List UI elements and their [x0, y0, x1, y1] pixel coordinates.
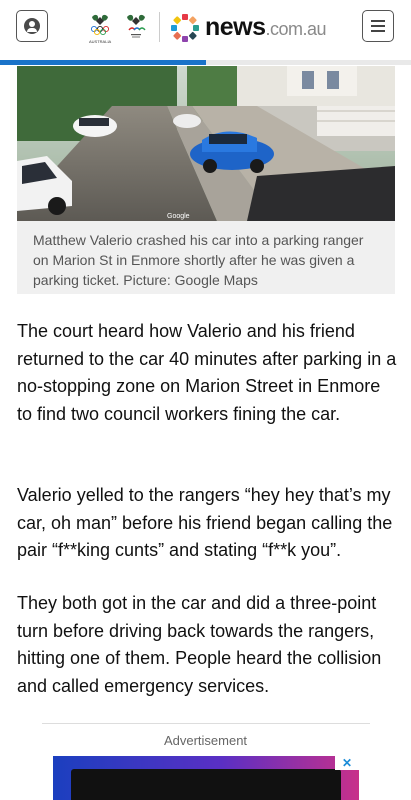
menu-button[interactable]	[362, 10, 394, 42]
reading-progress-bar	[0, 60, 206, 65]
crest-label: AUSTRALIA	[89, 39, 112, 44]
logo-dot	[188, 16, 197, 25]
article-paragraph-2: Valerio yelled to the rangers “hey hey t…	[17, 485, 393, 560]
article-paragraph-3: They both got in the car and did a three…	[17, 593, 382, 696]
site-logo[interactable]: news.com.au	[205, 12, 327, 42]
site-header: AUSTRALIA news.com.au	[0, 0, 411, 60]
advertisement-banner[interactable]: ✕	[53, 756, 359, 800]
logo-dot	[188, 31, 197, 40]
header-divider	[159, 12, 160, 42]
image-credit: Google	[167, 213, 190, 220]
advertisement-label: Advertisement	[163, 733, 248, 748]
ad-creative[interactable]	[71, 769, 341, 800]
brand-sub: .com.au	[265, 19, 327, 39]
hamburger-menu-icon	[371, 20, 385, 32]
article-photo[interactable]: Google	[17, 66, 395, 221]
logo-dot	[182, 14, 188, 20]
logo-dot	[173, 31, 182, 40]
ad-close-icon[interactable]: ✕	[335, 756, 359, 770]
user-icon	[24, 18, 40, 34]
logo-dot	[171, 25, 177, 31]
ad-divider	[42, 723, 370, 724]
image-caption: Matthew Valerio crashed his car into a p…	[17, 221, 395, 294]
logo-dot	[182, 36, 188, 42]
logo-dot	[193, 25, 199, 31]
article-paragraph-1: The court heard how Valerio and his frie…	[17, 321, 397, 424]
reading-progress-track	[0, 60, 411, 65]
brand-main: news	[205, 13, 266, 41]
street-view-image: Google	[17, 66, 395, 221]
logo-dot	[173, 16, 182, 25]
paralympic-crest-icon	[127, 14, 146, 38]
account-button[interactable]	[16, 10, 48, 42]
australian-olympic-crest-icon	[90, 14, 110, 36]
news-logo-dots-icon[interactable]	[169, 12, 201, 44]
